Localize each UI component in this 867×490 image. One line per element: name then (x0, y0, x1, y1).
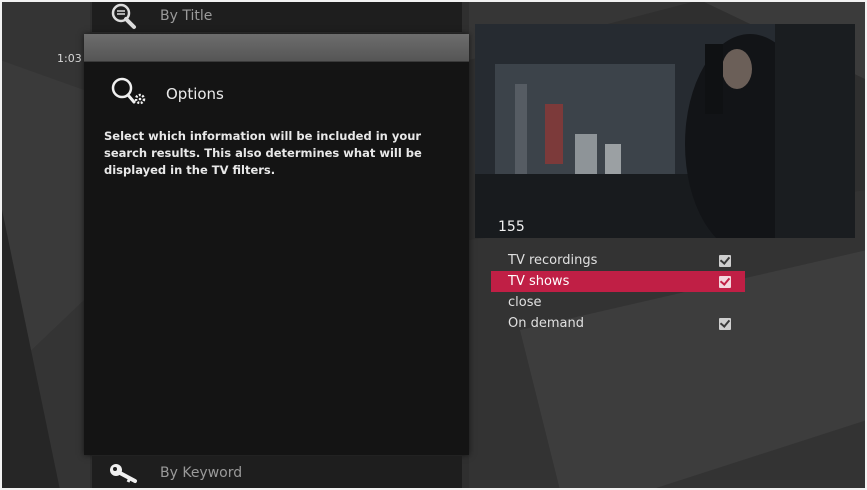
clock: 1:03 (57, 52, 82, 65)
option-label: TV recordings (508, 253, 598, 268)
panel-header (84, 34, 469, 62)
menu-item-by-title[interactable]: By Title (92, 0, 462, 32)
menu-label-by-title: By Title (160, 8, 213, 24)
checkbox-checked-icon[interactable] (719, 254, 731, 267)
checkbox-checked-icon[interactable] (719, 317, 731, 330)
option-label: On demand (508, 316, 584, 331)
video-frame (475, 24, 855, 238)
option-tv-shows[interactable]: TV shows (491, 271, 745, 292)
checkbox-checked-icon[interactable] (719, 275, 731, 288)
option-label: close (508, 295, 542, 310)
panel-description: Select which information will be include… (104, 129, 422, 177)
key-icon (104, 458, 144, 488)
video-preview[interactable]: 155 (475, 24, 855, 238)
search-list-icon (104, 1, 144, 31)
options-panel: Options Select which information will be… (84, 34, 469, 455)
menu-item-by-keyword[interactable]: By Keyword (92, 456, 462, 490)
option-on-demand[interactable]: On demand (491, 313, 745, 334)
menu-label-by-keyword: By Keyword (160, 465, 243, 481)
option-tv-recordings[interactable]: TV recordings (491, 250, 745, 271)
option-label: TV shows (508, 274, 570, 289)
panel-title: Options (166, 85, 224, 103)
channel-number: 155 (498, 219, 525, 235)
search-gear-icon (110, 76, 148, 112)
options-list: TV recordings TV shows close On demand (491, 250, 745, 334)
option-close[interactable]: close (491, 292, 745, 313)
